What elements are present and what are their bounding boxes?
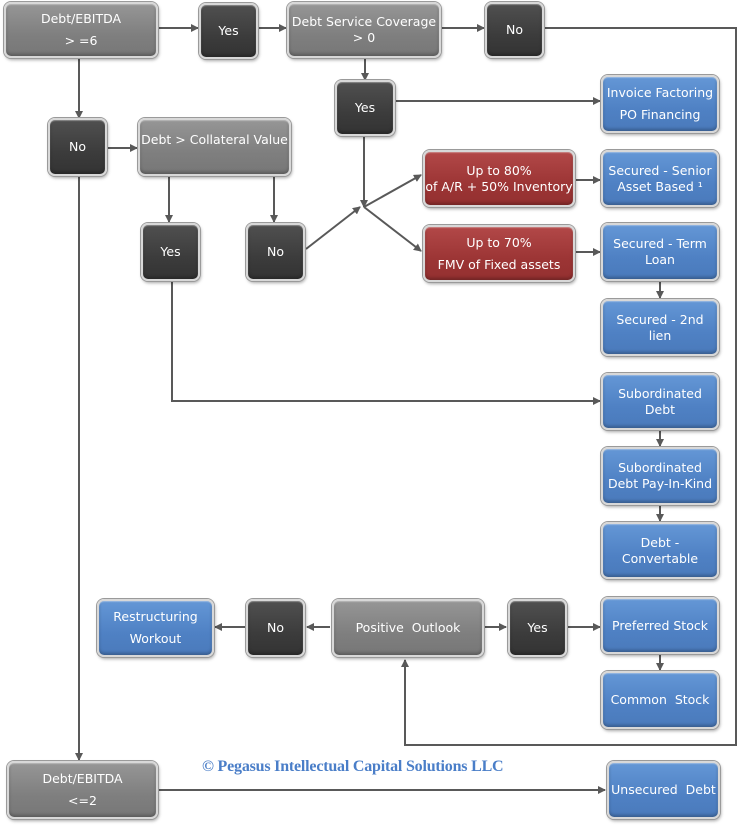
outcome-common-stock: Common Stock: [601, 671, 719, 729]
answer-no-top: No: [485, 2, 544, 58]
outcome-restructuring-workout: Restructuring Workout: [97, 599, 214, 657]
outcome-unsecured-debt: Unsecured Debt: [607, 761, 720, 819]
answer-no-outlook: No: [246, 599, 305, 657]
arrow-junction-to-ar: [363, 174, 422, 208]
node-line-1: Secured - Term: [613, 236, 707, 251]
answer-yes-dscr: Yes: [335, 80, 395, 136]
node-label: Positive Outlook: [355, 620, 461, 635]
node-line-1: Secured - 2nd: [616, 311, 704, 327]
node-line-2: > 0: [352, 30, 376, 45]
arrow-no-collateral-to-junction: [305, 206, 361, 250]
node-line-2: of A/R + 50% Inventory: [425, 178, 573, 194]
copyright-notice: © Pegasus Intellectual Capital Solutions…: [202, 758, 504, 775]
answer-yes-top: Yes: [199, 3, 258, 59]
node-label: Common Stock: [610, 692, 710, 707]
node-label: Debt > Collateral Value: [141, 132, 288, 147]
node-label: Yes: [160, 244, 181, 259]
outcome-invoice-factoring: Invoice Factoring PO Financing: [601, 75, 719, 133]
node-line-2: Debt Pay-In-Kind: [607, 476, 713, 491]
node-label: Yes: [527, 620, 548, 635]
outcome-secured-senior: Secured - Senior Asset Based ¹: [601, 150, 719, 207]
node-label: Yes: [218, 23, 239, 38]
decision-debt-ebitda-high: Debt/EBITDA > =6: [4, 2, 158, 58]
node-line-1: Invoice Factoring: [606, 85, 714, 100]
node-line-1: Up to 80%: [466, 162, 532, 178]
node-label: No: [506, 22, 523, 37]
node-line-1: Restructuring: [113, 609, 198, 624]
node-line-2: Asset Based ¹: [617, 178, 703, 194]
node-line-1: Debt/EBITDA: [42, 771, 123, 786]
node-line-2: FMV of Fixed assets: [437, 256, 561, 272]
node-line-2: Convertable: [621, 550, 699, 566]
decision-debt-service-coverage: Debt Service Coverage > 0: [287, 2, 441, 58]
outcome-preferred-stock: Preferred Stock: [601, 597, 719, 654]
outcome-secured-term: Secured - Term Loan: [601, 223, 719, 281]
node-line-2: Workout: [129, 631, 182, 646]
outcome-subordinated-debt: Subordinated Debt: [601, 373, 719, 430]
decision-debt-ebitda-low: Debt/EBITDA <=2: [7, 761, 158, 819]
node-line-1: Debt -: [640, 534, 680, 550]
node-line-1: Debt/EBITDA: [40, 11, 122, 26]
node-label: No: [69, 139, 86, 154]
limit-fixed-assets: Up to 70% FMV of Fixed assets: [423, 225, 575, 282]
node-line-2: lien: [648, 327, 672, 343]
outcome-debt-convertible: Debt - Convertable: [601, 522, 719, 579]
node-line-2: Loan: [645, 252, 675, 267]
line-yes-collateral-to-subordinated: [171, 281, 601, 405]
answer-no-collateral: No: [246, 223, 305, 281]
node-line-1: Secured - Senior: [608, 162, 712, 178]
node-line-1: Debt Service Coverage: [291, 14, 437, 29]
answer-yes-outlook: Yes: [508, 599, 567, 657]
node-line-2: <=2: [68, 793, 97, 808]
node-label: No: [267, 620, 284, 635]
node-label: Unsecured Debt: [611, 782, 716, 797]
node-line-1: Up to 70%: [466, 234, 532, 250]
decision-positive-outlook: Positive Outlook: [332, 599, 484, 657]
node-line-1: Subordinated: [618, 460, 702, 475]
node-line-2: > =6: [64, 33, 98, 48]
outcome-secured-2nd-lien: Secured - 2nd lien: [601, 299, 719, 356]
node-line-1: Subordinated: [618, 385, 702, 401]
limit-ar-inventory: Up to 80% of A/R + 50% Inventory: [423, 150, 575, 207]
node-label: Preferred Stock: [612, 617, 708, 633]
outcome-subordinated-pik: Subordinated Debt Pay-In-Kind: [601, 447, 719, 505]
node-label: No: [267, 244, 284, 259]
node-label: Yes: [354, 100, 376, 115]
node-line-2: Debt: [644, 401, 676, 417]
answer-yes-collateral: Yes: [141, 223, 200, 281]
answer-no-left: No: [48, 118, 107, 176]
decision-debt-collateral: Debt > Collateral Value: [138, 118, 291, 176]
arrow-junction-to-fixed: [363, 206, 422, 252]
node-line-2: PO Financing: [619, 107, 701, 122]
